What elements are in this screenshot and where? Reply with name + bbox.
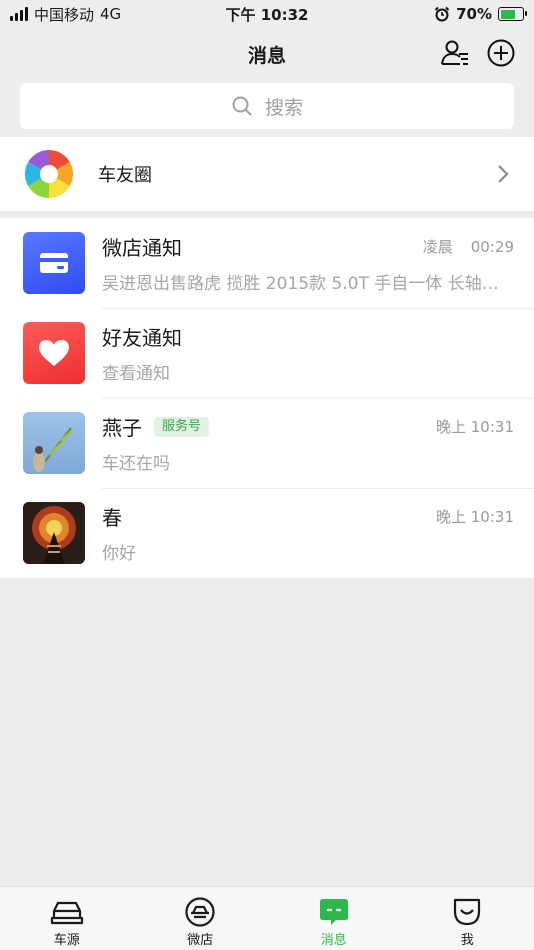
signal-icon: [10, 7, 28, 21]
photo-avatar: [23, 502, 85, 564]
tab-label: 我: [460, 933, 474, 948]
aperture-icon: [24, 150, 74, 198]
message-preview: 你好: [102, 544, 136, 564]
message-time: 晚上 10:31: [436, 418, 514, 436]
moments-label: 车友圈: [98, 165, 152, 186]
car-icon: [50, 901, 83, 925]
heart-icon: [39, 340, 69, 366]
contacts-icon[interactable]: [440, 38, 470, 68]
avatar: [23, 412, 85, 474]
alarm-icon: [434, 6, 450, 22]
avatar: [23, 322, 85, 384]
search-input[interactable]: 搜索: [20, 83, 514, 129]
battery-icon: [498, 7, 527, 21]
tab-label: 车源: [53, 933, 80, 948]
store-icon: [185, 897, 215, 927]
moments-row[interactable]: 车友圈: [0, 137, 534, 211]
message-title: 春: [102, 506, 122, 530]
message-preview: 车还在吗: [102, 454, 170, 474]
tab-car-source[interactable]: 车源: [0, 887, 134, 950]
chat-bubble-icon: [319, 899, 348, 925]
message-time: 凌晨 00:29: [422, 238, 514, 256]
tab-me[interactable]: 我: [401, 887, 534, 950]
tab-micro-store[interactable]: 微店: [134, 887, 268, 950]
message-title: 好友通知: [102, 326, 182, 350]
add-circle-icon[interactable]: [486, 38, 516, 68]
photo-avatar: [33, 427, 73, 472]
tab-messages[interactable]: 消息: [267, 887, 401, 950]
chevron-right-icon: [498, 165, 509, 183]
service-account-badge: 服务号: [154, 416, 210, 437]
message-time: 晚上 10:31: [436, 508, 514, 526]
list-item[interactable]: 好友通知 查看通知: [0, 308, 534, 398]
wallet-icon: [40, 253, 68, 273]
avatar: [23, 232, 85, 294]
message-title: 燕子: [102, 416, 142, 440]
list-item[interactable]: 春 晚上 10:31 你好: [0, 488, 534, 578]
message-title: 微店通知: [102, 236, 182, 260]
avatar: [23, 502, 85, 564]
carrier-name: 中国移动: [34, 5, 95, 24]
message-preview: 吴进恩出售路虎 揽胜 2015款 5.0T 手自一体 长轴距 尊享版: [102, 274, 502, 294]
message-list: 微店通知 凌晨 00:29 吴进恩出售路虎 揽胜 2015款 5.0T 手自一体 …: [0, 218, 534, 578]
message-preview: 查看通知: [102, 364, 170, 384]
status-bar: 中国移动 4G 下午 10:32 70%: [0, 0, 534, 28]
tab-bar: 车源 微店 消息 我: [0, 886, 534, 950]
battery-percent: 70%: [456, 5, 492, 23]
nav-bar: 消息: [0, 28, 534, 80]
list-item[interactable]: 微店通知 凌晨 00:29 吴进恩出售路虎 揽胜 2015款 5.0T 手自一体 …: [0, 218, 534, 308]
smile-icon: [454, 898, 481, 926]
list-item[interactable]: 燕子 服务号 晚上 10:31 车还在吗: [0, 398, 534, 488]
page-title: 消息: [247, 44, 286, 67]
search-placeholder: 搜索: [264, 96, 303, 119]
network-type: 4G: [100, 5, 122, 23]
tab-label: 消息: [320, 933, 347, 948]
tab-label: 微店: [187, 933, 214, 948]
search-icon: [232, 96, 252, 116]
